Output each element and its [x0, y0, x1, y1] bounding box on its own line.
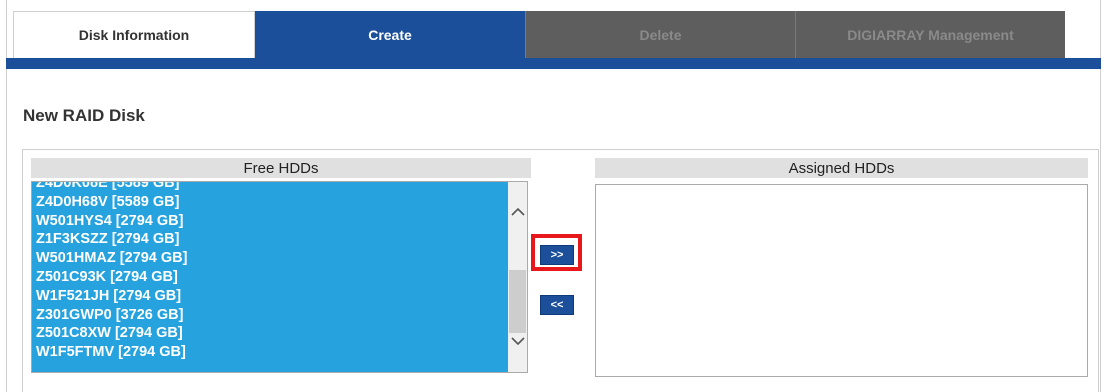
- list-item[interactable]: Z1F3KSZZ [2794 GB]: [36, 230, 187, 249]
- list-item[interactable]: Z501C8XW [2794 GB]: [36, 324, 187, 343]
- tab-underline-bar: [6, 58, 1101, 69]
- tab-delete[interactable]: Delete: [525, 11, 795, 58]
- tab-create[interactable]: Create: [255, 11, 525, 58]
- list-item[interactable]: Z301GWP0 [3726 GB]: [36, 306, 187, 325]
- tab-digiarray-management[interactable]: DIGIARRAY Management: [795, 11, 1065, 58]
- free-hdds-header: Free HDDs: [31, 158, 531, 178]
- assigned-hdds-list[interactable]: [595, 184, 1088, 377]
- unassign-button[interactable]: <<: [540, 295, 574, 315]
- free-hdds-list[interactable]: Z4D0K08E [5589 GB] Z4D0H68V [5589 GB] W5…: [31, 181, 528, 373]
- chevron-up-icon[interactable]: [510, 204, 525, 218]
- free-hdds-list-content: Z4D0K08E [5589 GB] Z4D0H68V [5589 GB] W5…: [32, 182, 508, 372]
- list-item[interactable]: Z501C93K [2794 GB]: [36, 268, 187, 287]
- scrollbar-thumb[interactable]: [509, 270, 526, 333]
- list-item[interactable]: W501HMAZ [2794 GB]: [36, 249, 187, 268]
- list-item[interactable]: W501HYS4 [2794 GB]: [36, 212, 187, 231]
- chevron-down-icon[interactable]: [510, 334, 525, 348]
- free-hdds-items: Z4D0K08E [5589 GB] Z4D0H68V [5589 GB] W5…: [36, 182, 187, 362]
- scrollbar[interactable]: [508, 182, 527, 372]
- tab-bar: Disk Information Create Delete DIGIARRAY…: [13, 11, 1065, 58]
- list-item[interactable]: Z4D0H68V [5589 GB]: [36, 193, 187, 212]
- highlight-box: [531, 234, 582, 271]
- tab-disk-information[interactable]: Disk Information: [13, 11, 255, 58]
- page-title: New RAID Disk: [23, 106, 145, 125]
- assigned-hdds-header: Assigned HDDs: [595, 158, 1088, 178]
- list-item[interactable]: W1F5FTMV [2794 GB]: [36, 343, 187, 362]
- list-item[interactable]: W1F521JH [2794 GB]: [36, 287, 187, 306]
- list-item[interactable]: Z4D0K08E [5589 GB]: [36, 182, 187, 193]
